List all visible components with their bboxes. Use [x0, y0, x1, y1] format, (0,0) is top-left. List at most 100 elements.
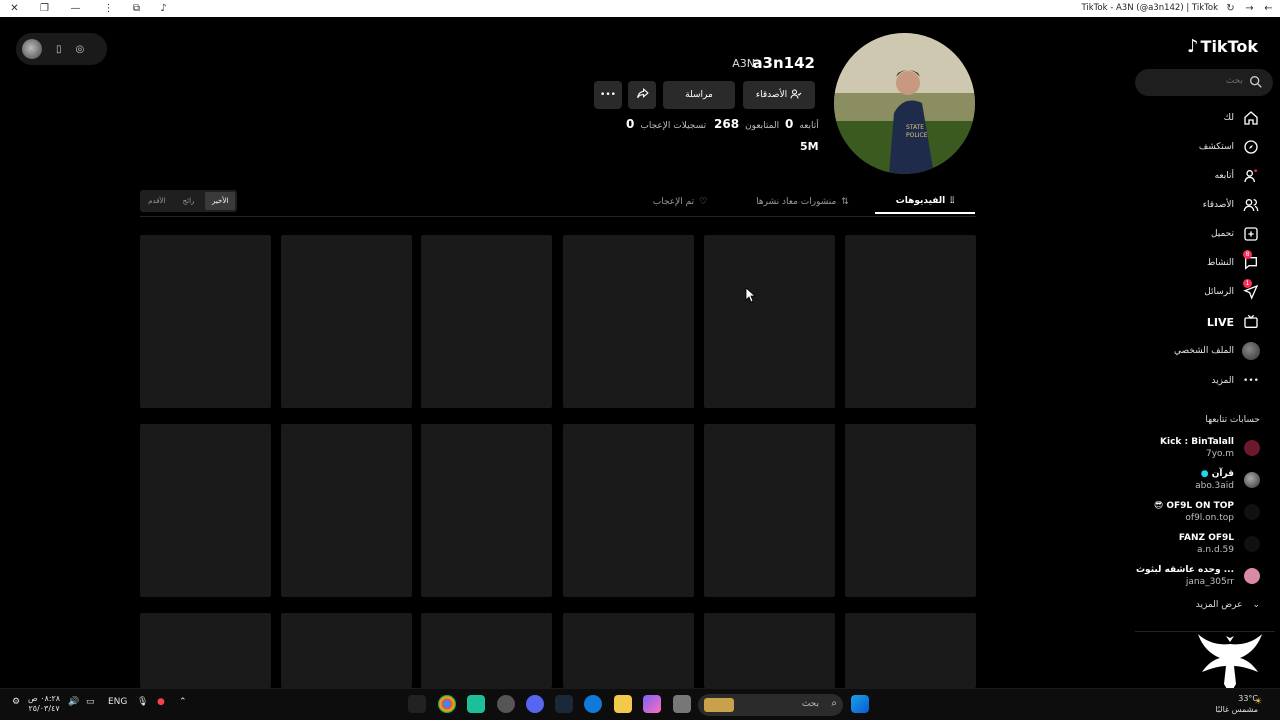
- edge-icon[interactable]: [584, 695, 602, 713]
- floating-widget[interactable]: ▯ ◎: [16, 33, 107, 65]
- video-tile[interactable]: [845, 424, 976, 597]
- messages-badge: 1: [1243, 279, 1252, 288]
- account-name: FANZ OF9L: [1178, 533, 1234, 543]
- sidebar-item-label: استكشف: [1198, 142, 1234, 152]
- globe-avatar-icon[interactable]: [22, 39, 42, 59]
- compass-small-icon[interactable]: ◎: [76, 44, 85, 55]
- sidebar-item-live[interactable]: LIVE: [1207, 312, 1260, 332]
- tiktok-taskbar-icon[interactable]: [408, 695, 426, 713]
- video-tile[interactable]: [421, 424, 552, 597]
- video-tile[interactable]: [140, 613, 271, 688]
- menu-dots-icon[interactable]: ⋮: [102, 2, 115, 15]
- tab-liked[interactable]: تم الإعجاب ♡: [645, 190, 715, 214]
- repost-icon: ⇅: [841, 197, 849, 207]
- video-tile[interactable]: [704, 613, 835, 688]
- video-tile[interactable]: [845, 613, 976, 688]
- tiktok-logo[interactable]: ♪ TikTok: [1187, 36, 1258, 57]
- taskbar-search[interactable]: بحث ⌕: [698, 694, 843, 716]
- phone-icon[interactable]: ▯: [56, 44, 62, 55]
- chrome-icon[interactable]: [438, 695, 456, 713]
- restore-icon[interactable]: ❐: [38, 2, 51, 15]
- video-tile[interactable]: [140, 424, 271, 597]
- volume-icon[interactable]: 🔊: [68, 697, 79, 707]
- sun-icon: ☀: [1254, 697, 1263, 707]
- sidebar-item-upload[interactable]: تحميل: [1211, 224, 1260, 244]
- video-tile[interactable]: [421, 613, 552, 688]
- chevron-up-icon[interactable]: ⌃: [179, 697, 187, 707]
- windows-start-icon[interactable]: [851, 695, 869, 713]
- video-tile[interactable]: [421, 235, 552, 408]
- grid-icon: ⦙⦙: [950, 196, 955, 206]
- show-more-button[interactable]: عرض المزيد ⌄: [1196, 600, 1260, 610]
- sort-popular[interactable]: رائج: [174, 192, 204, 210]
- friends-button-label: الأصدقاء: [755, 90, 788, 100]
- sidebar-item-messages[interactable]: الرسائل 1: [1204, 279, 1260, 302]
- account-username: abo.3aid: [1195, 481, 1234, 491]
- weather-widget[interactable]: 33°C مشمس غالبًا: [1215, 693, 1258, 715]
- tabs-divider: [140, 216, 976, 217]
- emoji-icon: 😎: [1153, 501, 1164, 511]
- sidebar-item-profile[interactable]: الملف الشخصي: [1174, 341, 1260, 361]
- more-options-button[interactable]: •••: [594, 81, 622, 109]
- minimize-icon[interactable]: —: [69, 2, 82, 15]
- clock[interactable]: ٠٨:٢٨ ص ٢٥/٠٣/٤٧: [28, 694, 60, 714]
- video-tile[interactable]: [140, 235, 271, 408]
- sort-latest[interactable]: الأخير: [205, 192, 236, 210]
- video-tile[interactable]: [281, 424, 412, 597]
- account-name: ● قرآن: [1195, 468, 1234, 480]
- search-icon[interactable]: [1248, 74, 1264, 90]
- friends-button[interactable]: الأصدقاء: [743, 81, 815, 109]
- video-tile[interactable]: [281, 235, 412, 408]
- reload-icon[interactable]: ↻: [1224, 2, 1237, 15]
- recording-icon[interactable]: ●: [157, 697, 165, 707]
- back-icon[interactable]: ←: [1262, 2, 1275, 15]
- following-stat[interactable]: 0 أتابعه: [785, 117, 819, 131]
- sidebar-item-explore[interactable]: استكشف: [1199, 137, 1260, 157]
- sidebar-item-friends[interactable]: الأصدقاء: [1203, 195, 1260, 215]
- extensions-icon[interactable]: ⧉: [130, 2, 143, 15]
- forward-icon[interactable]: →: [1243, 2, 1256, 15]
- video-tile[interactable]: [704, 424, 835, 597]
- following-account[interactable]: FANZ OF9L a.n.d.59: [1179, 529, 1260, 559]
- following-account[interactable]: ● قرآن abo.3aid: [1195, 465, 1260, 495]
- share-button[interactable]: [628, 81, 656, 109]
- sidebar-item-label: تحميل: [1210, 229, 1234, 239]
- video-tile[interactable]: [563, 424, 694, 597]
- tiktok-logo-text: TikTok: [1200, 37, 1258, 56]
- video-tile[interactable]: [845, 235, 976, 408]
- sidebar-item-activity[interactable]: النشاط 8: [1207, 250, 1260, 273]
- video-tile[interactable]: [563, 235, 694, 408]
- account-avatar: [1244, 472, 1260, 488]
- search-input[interactable]: بحث: [1135, 69, 1273, 96]
- followers-stat[interactable]: 268 المتابعون: [714, 117, 779, 131]
- sidebar-item-foryou[interactable]: لك: [1224, 108, 1260, 128]
- discord-icon[interactable]: [526, 695, 544, 713]
- network-icon[interactable]: ▭: [86, 697, 95, 707]
- sidebar-item-more[interactable]: المزيد •••: [1211, 371, 1260, 391]
- file-explorer-icon[interactable]: [614, 695, 632, 713]
- language-indicator[interactable]: ENG: [108, 697, 127, 707]
- chevron-down-icon: ⌄: [1252, 600, 1260, 610]
- steam-icon[interactable]: [555, 695, 573, 713]
- copilot-icon[interactable]: [643, 695, 661, 713]
- following-account[interactable]: Kick : BinTalall 7yo.m: [1160, 433, 1260, 463]
- message-button[interactable]: مراسلة: [663, 81, 735, 109]
- app-window-icon[interactable]: [673, 695, 691, 713]
- sort-oldest[interactable]: الأقدم: [142, 192, 172, 210]
- account-avatar: [1244, 568, 1260, 584]
- video-tile[interactable]: [281, 613, 412, 688]
- app-globe-icon[interactable]: [497, 695, 515, 713]
- tiktok-small-icon[interactable]: ♪: [157, 2, 170, 15]
- app-green-icon[interactable]: [467, 695, 485, 713]
- video-tile[interactable]: [563, 613, 694, 688]
- tab-videos[interactable]: الفيديوهات ⦙⦙: [875, 190, 975, 214]
- close-icon[interactable]: ✕: [8, 2, 21, 15]
- sidebar-item-following[interactable]: أتابعه: [1215, 166, 1260, 186]
- following-account[interactable]: وحده عاشقه لبثوث ... jana_305rr: [1136, 561, 1260, 591]
- tab-reposts[interactable]: منشورات معاد نشرها ⇅: [745, 190, 860, 214]
- live-icon: [1242, 313, 1260, 331]
- microphone-icon[interactable]: 🎙: [137, 697, 148, 707]
- settings-tray-icon[interactable]: ⚙: [12, 697, 20, 707]
- following-account[interactable]: 😎 OF9L ON TOP of9l.on.top: [1154, 497, 1260, 527]
- video-tile[interactable]: [704, 235, 835, 408]
